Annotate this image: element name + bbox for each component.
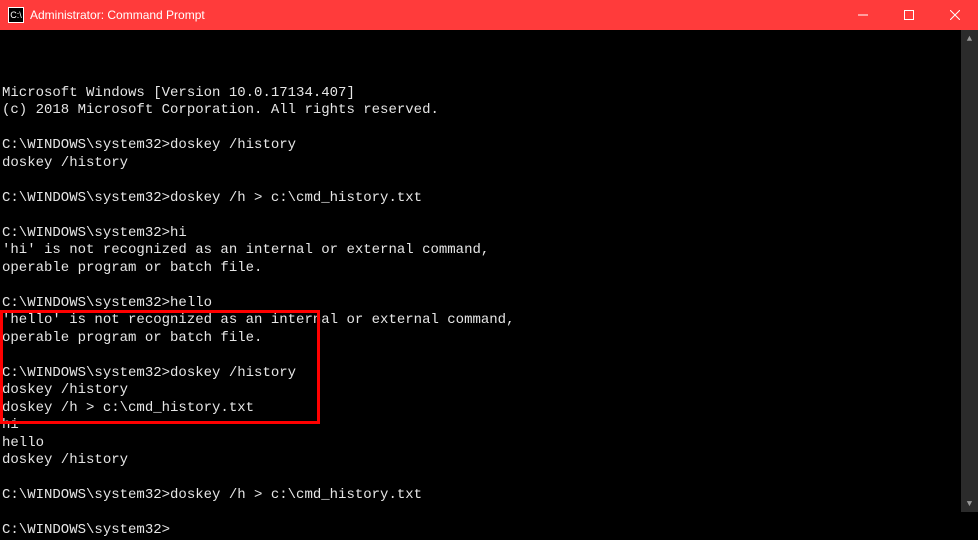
terminal-line: Microsoft Windows [Version 10.0.17134.40… [2,85,961,103]
minimize-button[interactable] [840,0,886,30]
terminal-container: Microsoft Windows [Version 10.0.17134.40… [0,30,978,512]
terminal-line: C:\WINDOWS\system32>doskey /history [2,137,961,155]
terminal-line: C:\WINDOWS\system32>hello [2,295,961,313]
window-title: Administrator: Command Prompt [30,8,840,22]
scroll-up-arrow[interactable]: ▲ [961,30,978,47]
terminal-line [2,277,961,295]
terminal-line: 'hi' is not recognized as an internal or… [2,242,961,260]
terminal-line [2,505,961,523]
terminal-line: C:\WINDOWS\system32>doskey /history [2,365,961,383]
terminal-line: operable program or batch file. [2,260,961,278]
app-icon: C:\ [8,7,24,23]
terminal-line [2,120,961,138]
terminal-line [2,207,961,225]
terminal-line: hi [2,417,961,435]
terminal-line [2,172,961,190]
terminal-line: C:\WINDOWS\system32>hi [2,225,961,243]
vertical-scrollbar[interactable]: ▲ ▼ [961,30,978,512]
terminal-line: doskey /h > c:\cmd_history.txt [2,400,961,418]
terminal-line [2,347,961,365]
terminal-line: 'hello' is not recognized as an internal… [2,312,961,330]
terminal-line: C:\WINDOWS\system32> [2,522,961,540]
window-titlebar: C:\ Administrator: Command Prompt [0,0,978,30]
terminal-line: doskey /history [2,452,961,470]
window-controls [840,0,978,30]
terminal-output[interactable]: Microsoft Windows [Version 10.0.17134.40… [0,30,961,512]
terminal-line [2,470,961,488]
terminal-line: operable program or batch file. [2,330,961,348]
terminal-line: C:\WINDOWS\system32>doskey /h > c:\cmd_h… [2,190,961,208]
terminal-line: C:\WINDOWS\system32>doskey /h > c:\cmd_h… [2,487,961,505]
terminal-line: doskey /history [2,382,961,400]
terminal-line: hello [2,435,961,453]
terminal-line: (c) 2018 Microsoft Corporation. All righ… [2,102,961,120]
maximize-button[interactable] [886,0,932,30]
close-button[interactable] [932,0,978,30]
scroll-down-arrow[interactable]: ▼ [961,495,978,512]
terminal-line: doskey /history [2,155,961,173]
scroll-track[interactable] [961,47,978,495]
